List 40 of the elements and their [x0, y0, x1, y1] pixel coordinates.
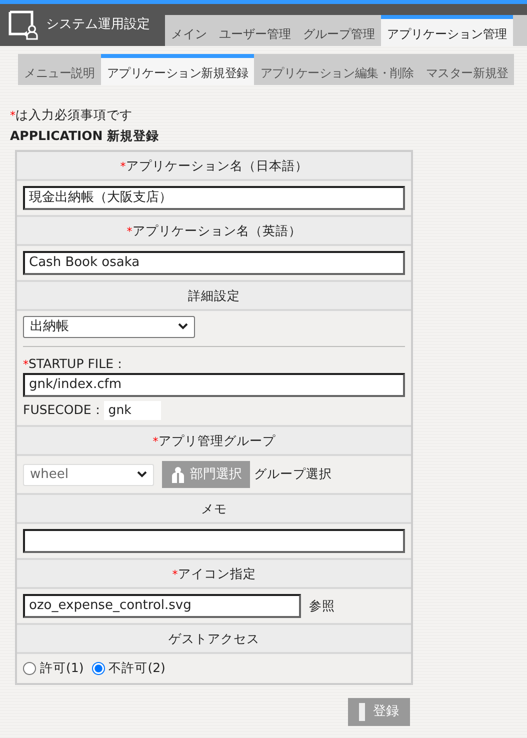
- section-label: メモ: [201, 501, 227, 516]
- radio-option[interactable]: 許可(1): [23, 659, 84, 678]
- file-field[interactable]: ozo_expense_control.svg: [23, 594, 301, 618]
- nav-tab[interactable]: メイン: [165, 15, 213, 46]
- sub-tab[interactable]: メニュー説明: [18, 54, 101, 85]
- radio-button[interactable]: [92, 662, 105, 675]
- field-label: FUSECODE：: [23, 401, 104, 420]
- dropdown[interactable]: 出納帳: [23, 316, 195, 338]
- radio-option[interactable]: 不許可(2): [92, 659, 166, 678]
- browse-link[interactable]: 参照: [309, 596, 335, 616]
- nav-tab[interactable]: アプリケーション管理: [381, 15, 513, 46]
- text-field[interactable]: Cash Book osaka: [23, 250, 405, 274]
- logo-icon: [8, 10, 38, 40]
- sub-tab[interactable]: アプリケーション編集・削除: [254, 54, 420, 85]
- sub-tab[interactable]: アプリケーション新規登録: [100, 54, 254, 85]
- caret-icon: [178, 323, 188, 330]
- field-label: *STARTUP FILE：: [23, 354, 128, 372]
- section-label: 詳細設定: [188, 288, 240, 302]
- tab-strip-end: [513, 15, 527, 46]
- bar-icon: [359, 702, 365, 721]
- nav-tab[interactable]: グループ管理: [297, 15, 381, 46]
- nav-tab[interactable]: ユーザー管理: [213, 15, 297, 46]
- fusecode-value: gnk: [104, 401, 162, 420]
- app-title: システム運用設定: [46, 16, 150, 34]
- text-field[interactable]: [23, 529, 405, 553]
- section-label: *アイコン指定: [172, 566, 256, 581]
- section-label: *アプリ管理グループ: [152, 433, 276, 448]
- caret-icon: [137, 471, 147, 478]
- radio-label: 許可(1): [40, 659, 84, 677]
- radio-label: 不許可(2): [108, 659, 166, 677]
- form-title: APPLICATION 新規登録: [10, 126, 160, 145]
- person-icon: [170, 466, 186, 484]
- section-label: ゲストアクセス: [168, 631, 260, 646]
- text-field[interactable]: gnk/index.cfm: [23, 373, 405, 398]
- sub-tab[interactable]: マスター新規登: [420, 54, 514, 85]
- required-note: *は入力必須事項です: [10, 106, 134, 124]
- section-label: *アプリケーション名（英語）: [126, 222, 302, 238]
- radio-button[interactable]: [23, 662, 36, 675]
- section-label: *アプリケーション名（日本語）: [120, 158, 308, 172]
- text-field[interactable]: 現金出納帳（大阪支店）: [23, 186, 405, 210]
